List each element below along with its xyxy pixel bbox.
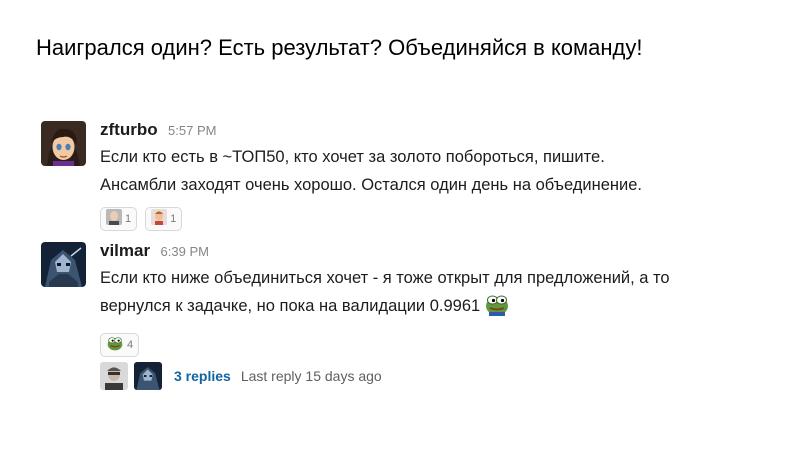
pepe-frog-icon [484, 292, 510, 325]
face-emoji-icon [151, 208, 168, 230]
author-name[interactable]: zfturbo [100, 120, 158, 139]
slide-title: Наигрался один? Есть результат? Объединя… [36, 35, 643, 60]
message-timestamp[interactable]: 6:39 PM [161, 244, 209, 259]
message-text: Если кто ниже объединиться хочет - я тож… [100, 264, 760, 325]
message-line: Ансамбли заходят очень хорошо. Остался о… [100, 176, 643, 194]
message-line: Если кто ниже объединиться хочет - я тож… [100, 269, 670, 287]
thread-participant-avatar [100, 362, 128, 390]
message-line-with-emoji: вернулся к задачке, но пока на валидации… [100, 292, 760, 325]
message-line: вернулся к задачке, но пока на валидации… [100, 297, 481, 315]
reaction-count: 1 [170, 213, 177, 225]
message-text: Если кто есть в ~ТОП50, кто хочет за зол… [100, 143, 760, 199]
pepe-frog-icon [106, 335, 124, 356]
author-name[interactable]: vilmar [100, 241, 150, 260]
reactions: 1 1 [100, 207, 760, 231]
reactions: 4 [100, 333, 760, 357]
reaction-face-1[interactable]: 1 [100, 207, 138, 231]
reaction-face-2[interactable]: 1 [145, 207, 183, 231]
thread-last-reply: Last reply 15 days ago [240, 368, 382, 384]
face-emoji-icon [106, 208, 122, 230]
message-line: Если кто есть в ~ТОП50, кто хочет за зол… [100, 148, 605, 166]
thread-participant-avatar [134, 362, 162, 390]
avatar[interactable] [41, 242, 86, 287]
message-timestamp[interactable]: 5:57 PM [168, 123, 216, 138]
reaction-count: 4 [127, 339, 134, 351]
reaction-count: 1 [125, 213, 132, 225]
reaction-pepe[interactable]: 4 [100, 333, 140, 357]
avatar[interactable] [41, 121, 86, 166]
thread-summary[interactable]: 3 replies Last reply 15 days ago [100, 362, 382, 390]
thread-replies-link[interactable]: 3 replies [174, 368, 231, 384]
